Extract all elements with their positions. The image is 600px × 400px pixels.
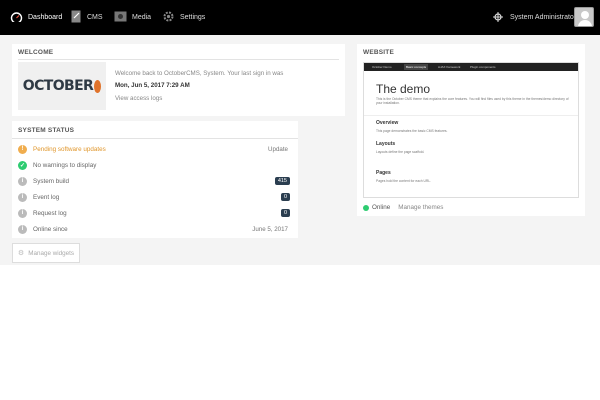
status-label: System build <box>33 177 70 185</box>
status-divider <box>12 138 298 139</box>
online-label: Online <box>372 204 391 211</box>
welcome-divider <box>18 59 339 60</box>
website-preview-thumbnail[interactable]: October Demo Basic concepts AJAX framewo… <box>363 62 579 198</box>
system-status-title: SYSTEM STATUS <box>18 127 75 134</box>
top-navigation-bar: Dashboard CMS Media Settings System Admi… <box>0 0 600 35</box>
nav-media-label: Media <box>132 14 152 21</box>
warning-icon: ! <box>18 144 27 154</box>
preview-overview-text: This page demonstrates the basic CMS fea… <box>376 129 448 133</box>
preview-site-link[interactable] <box>493 0 508 35</box>
gears-icon: ⚙ <box>17 250 25 257</box>
october-logo-text: OCTOBER <box>22 78 94 94</box>
nav-cms-label: CMS <box>87 14 103 21</box>
manage-widgets-label: Manage widgets <box>28 249 75 257</box>
nav-cms[interactable]: CMS <box>71 0 103 35</box>
welcome-widget: WELCOME OCTOBER Welcome back to OctoberC… <box>12 44 345 116</box>
welcome-title: WELCOME <box>18 49 54 56</box>
preview-pages-text: Pages hold the content for each URL. <box>376 179 431 183</box>
website-title: WEBSITE <box>363 49 395 56</box>
status-row-request-log[interactable]: i Request log 0 <box>18 205 298 221</box>
status-row-build: i System build 415 <box>18 173 298 189</box>
preview-divider <box>364 115 578 116</box>
online-status-dot <box>363 204 369 211</box>
status-label: Request log <box>33 209 67 217</box>
info-icon: i <box>18 192 27 202</box>
preview-intro: This is the October CMS theme that expla… <box>376 97 569 106</box>
status-row-warnings: ✓ No warnings to display <box>18 157 298 173</box>
status-label: No warnings to display <box>33 161 97 169</box>
status-label: Event log <box>33 193 60 201</box>
preview-tab: Basic concepts <box>404 64 429 70</box>
welcome-message: Welcome back to OctoberCMS, System. Your… <box>115 70 284 77</box>
user-name[interactable]: System Administrator <box>510 0 576 35</box>
preview-pages-heading: Pages <box>376 170 391 176</box>
nav-settings[interactable]: Settings <box>162 0 205 35</box>
website-status: Online Manage themes <box>363 204 443 211</box>
view-access-logs-link[interactable]: View access logs <box>115 95 162 102</box>
preview-layouts-heading: Layouts <box>376 141 396 147</box>
preview-heading: The demo <box>376 82 431 96</box>
nav-settings-label: Settings <box>180 14 206 21</box>
status-label: Online since <box>33 225 68 233</box>
event-log-badge: 0 <box>280 193 290 201</box>
info-icon: i <box>18 176 27 186</box>
build-badge: 415 <box>274 177 290 185</box>
crosshair-icon <box>493 11 503 24</box>
preview-navbar: October Demo Basic concepts AJAX framewo… <box>364 63 578 71</box>
media-icon <box>114 11 127 24</box>
manage-themes-link[interactable]: Manage themes <box>398 204 443 211</box>
info-icon: i <box>18 224 27 234</box>
nav-dashboard-label: Dashboard <box>28 14 63 21</box>
settings-gear-icon <box>162 10 175 25</box>
request-log-badge: 0 <box>280 209 290 217</box>
preview-layouts-text: Layouts define the page scaffold. <box>376 150 425 154</box>
october-logo: OCTOBER <box>18 62 106 110</box>
status-label: Pending software updates <box>33 145 106 153</box>
status-row-updates[interactable]: ! Pending software updates Update <box>18 141 298 157</box>
preview-overview-heading: Overview <box>376 120 399 126</box>
last-signin-date: Mon, Jun 5, 2017 7:29 AM <box>115 82 190 89</box>
update-link[interactable]: Update <box>268 146 288 153</box>
avatar[interactable] <box>574 7 594 27</box>
check-icon: ✓ <box>18 160 27 170</box>
preview-tab: AJAX framework <box>438 65 461 69</box>
cms-icon <box>71 10 82 25</box>
status-row-online-since: i Online since June 5, 2017 <box>18 221 298 237</box>
status-row-event-log[interactable]: i Event log 0 <box>18 189 298 205</box>
info-icon: i <box>18 208 27 218</box>
preview-tab: October Demo <box>372 65 392 69</box>
dashboard-icon <box>10 11 23 24</box>
online-since-value: June 5, 2017 <box>252 225 288 233</box>
user-name-label: System Administrator <box>510 14 577 21</box>
october-logo-mark <box>94 79 102 93</box>
nav-media[interactable]: Media <box>114 0 151 35</box>
preview-tab: Plugin components <box>470 65 496 69</box>
manage-widgets-button[interactable]: ⚙ Manage widgets <box>12 243 80 263</box>
nav-dashboard[interactable]: Dashboard <box>10 0 62 35</box>
